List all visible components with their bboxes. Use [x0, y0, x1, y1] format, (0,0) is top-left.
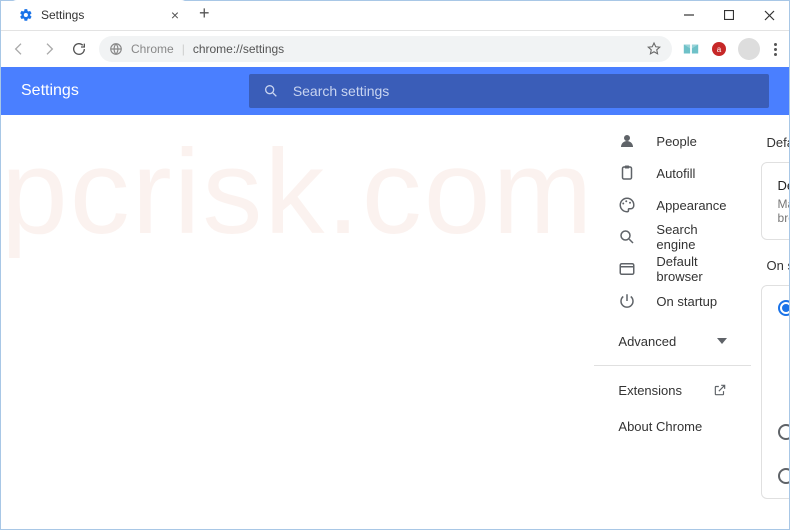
- default-browser-title: Default browser: [778, 178, 789, 193]
- search-icon: [263, 83, 279, 99]
- sidebar-item-search-engine[interactable]: Search engine: [594, 221, 750, 253]
- sidebar-item-label: Search engine: [656, 222, 726, 252]
- address-url: chrome://settings: [193, 42, 284, 56]
- profile-avatar[interactable]: [738, 38, 760, 60]
- default-browser-card: Default browser Make Google Chrome the d…: [761, 162, 789, 240]
- divider: [594, 365, 750, 366]
- sidebar-extensions-label: Extensions: [618, 383, 682, 398]
- sidebar-item-autofill[interactable]: Autofill: [594, 157, 750, 189]
- palette-icon: [618, 196, 636, 214]
- tab-title: Settings: [41, 8, 84, 22]
- maximize-button[interactable]: [709, 0, 749, 30]
- sidebar-about-label: About Chrome: [618, 419, 702, 434]
- on-startup-card: Open the New Tab page MyChristianPortal …: [761, 285, 789, 499]
- advanced-footer-toggle[interactable]: Advanced: [761, 521, 789, 529]
- address-bar[interactable]: Chrome | chrome://settings: [99, 36, 672, 62]
- browser-icon: [618, 260, 636, 278]
- sidebar-item-default-browser[interactable]: Default browser: [594, 253, 750, 285]
- sidebar-item-label: Appearance: [656, 198, 726, 213]
- watermark: pcrisk.com: [1, 123, 594, 529]
- globe-icon: [109, 42, 123, 56]
- gear-icon: [19, 8, 33, 22]
- browser-tab[interactable]: Settings ×: [9, 0, 189, 30]
- window-controls: [669, 0, 789, 30]
- section-on-startup-title: On startup: [767, 258, 789, 273]
- settings-content: Default browser Default browser Make Goo…: [751, 115, 789, 529]
- radio-selected-icon[interactable]: [778, 300, 789, 316]
- close-icon[interactable]: ×: [171, 7, 179, 23]
- extension-icon-2[interactable]: a: [710, 40, 728, 58]
- close-window-button[interactable]: [749, 0, 789, 30]
- sidebar-advanced-label: Advanced: [618, 334, 676, 349]
- sidebar-item-appearance[interactable]: Appearance: [594, 189, 750, 221]
- extension-icon-1[interactable]: [682, 40, 700, 58]
- settings-sidebar: People Autofill Appearance Search engine: [594, 115, 750, 529]
- external-link-icon: [713, 383, 727, 397]
- sidebar-item-on-startup[interactable]: On startup: [594, 285, 750, 317]
- menu-button[interactable]: [770, 43, 781, 56]
- browser-toolbar: Chrome | chrome://settings a: [1, 31, 789, 67]
- search-settings-box[interactable]: [249, 74, 769, 108]
- startup-option-new-tab[interactable]: Open the New Tab page: [762, 286, 789, 330]
- radio-icon[interactable]: [778, 424, 789, 440]
- startup-option-continue[interactable]: Continue where you left off: [762, 410, 789, 454]
- sidebar-item-label: Default browser: [656, 254, 726, 284]
- section-default-browser-title: Default browser: [767, 135, 789, 150]
- startup-option-specific-page[interactable]: Open a specific page or set of pages: [762, 454, 789, 498]
- radio-icon[interactable]: [778, 468, 789, 484]
- new-tab-button[interactable]: +: [199, 3, 210, 24]
- chevron-down-icon: [717, 338, 727, 344]
- power-icon: [618, 292, 636, 310]
- search-input[interactable]: [293, 83, 755, 99]
- minimize-button[interactable]: [669, 0, 709, 30]
- default-browser-subtitle: Make Google Chrome the default browser: [778, 197, 789, 225]
- extension-controlling-row: MyChristianPortal is controlling this se…: [762, 330, 789, 410]
- bookmark-star-icon[interactable]: [646, 41, 662, 57]
- browser-tab-strip: Settings × +: [1, 1, 789, 31]
- search-icon: [618, 228, 636, 246]
- address-scheme: Chrome: [131, 42, 174, 56]
- sidebar-item-label: On startup: [656, 294, 717, 309]
- back-button[interactable]: [9, 39, 29, 59]
- sidebar-item-people[interactable]: People: [594, 125, 750, 157]
- sidebar-item-label: Autofill: [656, 166, 695, 181]
- page-title: Settings: [21, 82, 79, 100]
- clipboard-icon: [618, 164, 636, 182]
- sidebar-item-label: People: [656, 134, 696, 149]
- settings-header: Settings: [1, 67, 789, 115]
- sidebar-extensions[interactable]: Extensions: [594, 372, 750, 408]
- sidebar-advanced-toggle[interactable]: Advanced: [594, 323, 750, 359]
- forward-button[interactable]: [39, 39, 59, 59]
- reload-button[interactable]: [69, 39, 89, 59]
- address-separator: |: [182, 42, 185, 56]
- sidebar-about-chrome[interactable]: About Chrome: [594, 408, 750, 444]
- svg-text:a: a: [717, 45, 722, 54]
- person-icon: [618, 132, 636, 150]
